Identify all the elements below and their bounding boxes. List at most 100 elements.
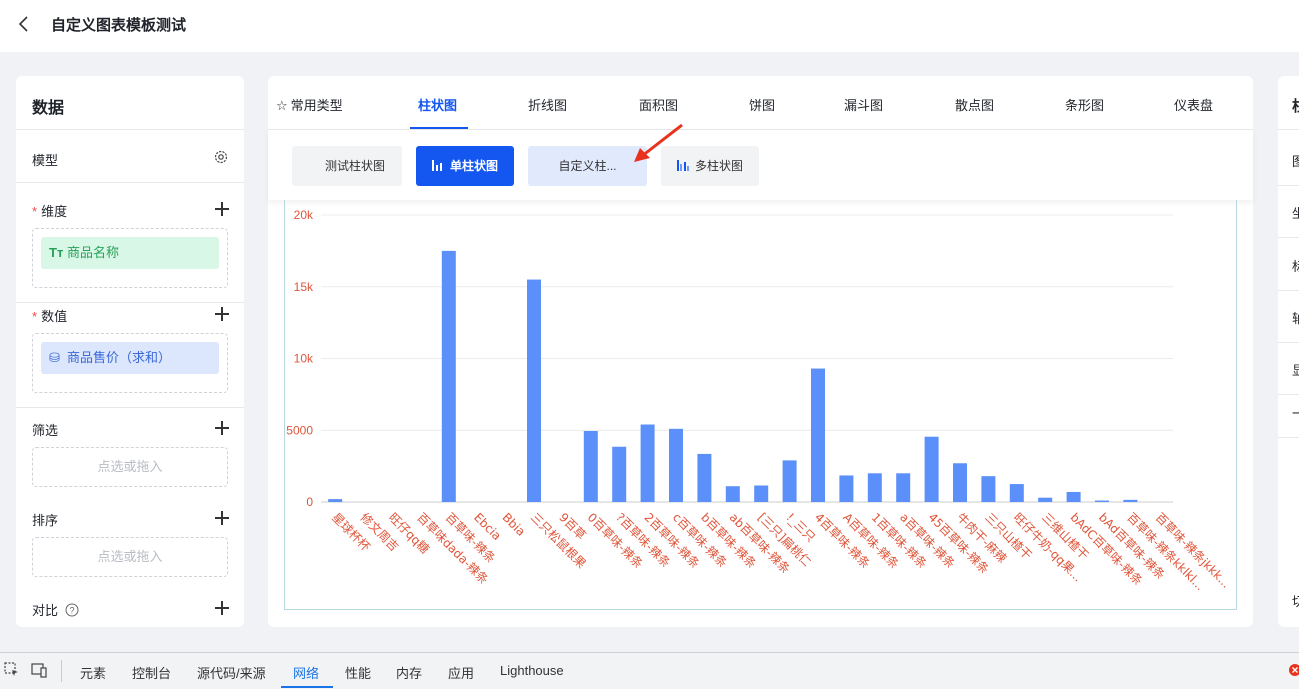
bar[interactable] xyxy=(612,446,627,502)
tab-pie-chart[interactable]: 饼图 xyxy=(749,95,775,114)
measure-chip[interactable]: ⛁ 商品售价（求和） xyxy=(41,342,219,374)
add-sort-button[interactable] xyxy=(214,510,230,526)
bar[interactable] xyxy=(527,279,541,502)
bar[interactable] xyxy=(782,460,797,502)
top-bar: 自定义图表模板测试 xyxy=(0,0,1299,52)
device-toolbar-icon[interactable] xyxy=(31,662,47,678)
tab-horizontal-bar-chart[interactable]: 条形图 xyxy=(1065,95,1104,114)
style-panel-item[interactable]: 切 xyxy=(1292,591,1299,610)
tab-gauge-chart[interactable]: 仪表盘 xyxy=(1174,95,1213,114)
error-icon[interactable] xyxy=(1287,662,1299,678)
bar[interactable] xyxy=(1095,500,1109,502)
subtype-test-bar[interactable]: 测试柱状图 xyxy=(292,146,402,186)
divider xyxy=(16,407,244,408)
bar[interactable] xyxy=(328,499,343,502)
dimension-dropzone[interactable]: Tт 商品名称 xyxy=(32,228,228,288)
bar[interactable] xyxy=(583,430,598,502)
devtools-tab-application[interactable]: 应用 xyxy=(448,663,474,682)
devtools-tab-performance[interactable]: 性能 xyxy=(345,663,371,682)
dimension-chip-label: 商品名称 xyxy=(67,245,120,260)
chart-panel: ☆ 常用类型 柱状图 折线图 面积图 饼图 漏斗图 散点图 条形图 仪表盘 测试柱… xyxy=(268,76,1253,627)
text-type-icon: Tт xyxy=(49,245,64,260)
devtools-tab-lighthouse[interactable]: Lighthouse xyxy=(500,663,564,678)
tab-scatter-chart[interactable]: 散点图 xyxy=(955,95,994,114)
measure-label-text: 数值 xyxy=(41,309,68,324)
add-measure-button[interactable] xyxy=(214,306,230,322)
bar[interactable] xyxy=(725,486,740,502)
y-tick-label: 10k xyxy=(294,352,314,366)
bar[interactable] xyxy=(867,473,882,502)
sort-label: 排序 xyxy=(32,513,59,528)
required-mark: * xyxy=(32,204,38,219)
bar[interactable] xyxy=(981,476,996,502)
sort-dropzone[interactable]: 点选或拖入 xyxy=(32,537,228,577)
devtools-tab-console[interactable]: 控制台 xyxy=(132,663,171,682)
tab-line-chart[interactable]: 折线图 xyxy=(528,95,567,114)
style-panel-item[interactable]: 坐 xyxy=(1292,203,1299,222)
x-tick-label: Bbia xyxy=(499,510,528,539)
bar[interactable] xyxy=(1009,484,1024,502)
help-icon[interactable]: ? xyxy=(65,603,79,617)
style-panel-item[interactable]: 柱 xyxy=(1292,95,1299,116)
back-arrow-icon[interactable] xyxy=(14,13,36,35)
bar[interactable] xyxy=(1123,499,1138,502)
subtype-single-bar[interactable]: 单柱状图 xyxy=(416,146,514,186)
style-panel-item[interactable]: 图 xyxy=(1292,151,1299,170)
divider xyxy=(1278,237,1299,238)
devtools-tab-network[interactable]: 网络 xyxy=(293,663,319,682)
bar[interactable] xyxy=(669,428,683,502)
divider xyxy=(1278,290,1299,291)
divider xyxy=(1278,437,1299,438)
style-panel-item[interactable]: 一 xyxy=(1292,403,1299,422)
bar[interactable] xyxy=(839,475,854,502)
bar[interactable] xyxy=(640,424,655,502)
add-dimension-button[interactable] xyxy=(214,201,230,217)
subtype-label: 多柱状图 xyxy=(694,159,743,173)
style-panel-item[interactable]: 轴 xyxy=(1292,308,1299,327)
data-panel-title: 数据 xyxy=(32,100,65,117)
tab-area-chart[interactable]: 面积图 xyxy=(639,95,678,114)
divider xyxy=(16,302,244,303)
devtools-active-indicator xyxy=(281,686,333,688)
divider xyxy=(1278,342,1299,343)
tab-bar-chart[interactable]: 柱状图 xyxy=(418,95,457,114)
add-compare-button[interactable] xyxy=(214,600,230,616)
bar[interactable] xyxy=(697,453,712,502)
style-panel-item[interactable]: 标 xyxy=(1292,256,1299,275)
add-filter-button[interactable] xyxy=(214,420,230,436)
compare-label: 对比 ? xyxy=(32,600,79,619)
tab-funnel-chart[interactable]: 漏斗图 xyxy=(844,95,883,114)
bar[interactable] xyxy=(1066,491,1081,502)
y-tick-label: 15k xyxy=(294,280,314,294)
devtools-tab-sources[interactable]: 源代码/来源 xyxy=(197,663,266,682)
style-panel-item[interactable]: 显 xyxy=(1292,360,1299,379)
bar[interactable] xyxy=(811,368,825,502)
bar[interactable] xyxy=(754,485,769,502)
measure-dropzone[interactable]: ⛁ 商品售价（求和） xyxy=(32,333,228,393)
dimension-label-text: 维度 xyxy=(41,204,68,219)
bar[interactable] xyxy=(896,473,911,502)
bar[interactable] xyxy=(924,436,939,502)
measure-label: * 数值 xyxy=(32,306,67,325)
data-panel: 数据 模型 * 维度 Tт 商品名称 * 数值 ⛁ 商品售价（求和） 筛选 点选或拖入 … xyxy=(16,76,244,627)
tab-label: 常用类型 xyxy=(290,98,343,113)
devtools-tab-memory[interactable]: 内存 xyxy=(396,663,422,682)
model-label: 模型 xyxy=(32,153,59,168)
divider xyxy=(1278,394,1299,395)
bar[interactable] xyxy=(1038,497,1053,502)
y-tick-label: 5000 xyxy=(286,423,313,437)
subtype-label: 单柱状图 xyxy=(449,159,498,173)
page-title: 自定义图表模板测试 xyxy=(51,17,187,34)
devtools-tab-elements[interactable]: 元素 xyxy=(80,663,106,682)
gear-icon[interactable] xyxy=(213,149,229,165)
bar-chart-icon xyxy=(431,160,444,171)
bar[interactable] xyxy=(953,463,967,502)
tab-common-types[interactable]: ☆ 常用类型 xyxy=(276,95,343,114)
divider xyxy=(61,660,62,682)
bar[interactable] xyxy=(441,250,456,502)
inspect-element-icon[interactable] xyxy=(4,662,20,678)
bar-chart: 0500010k15k20k星球杯杯修文周吉旺仔qq糖百草味dada-辣条百草味… xyxy=(286,208,1233,593)
dimension-chip[interactable]: Tт 商品名称 xyxy=(41,237,219,269)
chart-type-tabs: ☆ 常用类型 柱状图 折线图 面积图 饼图 漏斗图 散点图 条形图 仪表盘 xyxy=(268,76,1253,130)
filter-dropzone[interactable]: 点选或拖入 xyxy=(32,447,228,487)
